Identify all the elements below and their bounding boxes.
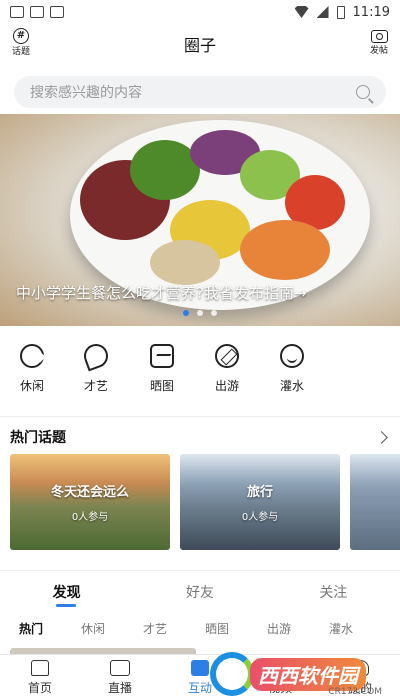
- subtab-chat[interactable]: 灌水: [310, 620, 372, 640]
- wifi-icon: [294, 6, 309, 18]
- carousel-dot[interactable]: [183, 310, 189, 316]
- subtab-leisure[interactable]: 休闲: [62, 620, 124, 640]
- banner-caption: 中小学学生餐怎么吃才营养?我省发布指南→: [16, 284, 307, 302]
- live-icon: [110, 660, 130, 676]
- category-leisure[interactable]: 休闲: [10, 344, 54, 394]
- subtab-photo[interactable]: 晒图: [186, 620, 248, 640]
- nav-mine[interactable]: 我的: [320, 655, 400, 700]
- notification-icons: [10, 6, 64, 18]
- topic-name: 旅行: [246, 485, 273, 500]
- mine-icon: [351, 660, 369, 676]
- subtab-hot[interactable]: 热门: [0, 620, 62, 640]
- tab-indicator: [56, 604, 76, 607]
- search-placeholder: 搜索感兴趣的内容: [30, 85, 142, 101]
- topic-count: 0人参与: [241, 512, 279, 523]
- search-icon[interactable]: [356, 85, 370, 99]
- camera-icon: [370, 30, 388, 43]
- travel-icon: [215, 344, 239, 368]
- status-time: 11:19: [352, 4, 390, 20]
- photo-icon: [150, 344, 174, 368]
- category-label: 休闲: [19, 379, 44, 393]
- title-bar: # 话题 圈子 发帖: [0, 24, 400, 64]
- topic-name: 冬天还会远么: [50, 485, 129, 500]
- category-label: 晒图: [149, 379, 174, 393]
- hot-topics-list: 冬天还会远么 0人参与 旅行 0人参与: [10, 454, 400, 550]
- notification-icon: [50, 6, 64, 18]
- sub-tabs: 热门 休闲 才艺 晒图 出游 灌水: [0, 620, 400, 640]
- video-icon: [271, 660, 289, 676]
- chat-icon: [280, 344, 304, 368]
- category-chat[interactable]: 灌水: [270, 344, 314, 394]
- topic-card[interactable]: [350, 454, 400, 550]
- chevron-right-icon[interactable]: [375, 430, 388, 444]
- banner-carousel[interactable]: 中小学学生餐怎么吃才营养?我省发布指南→: [0, 114, 400, 326]
- nav-video[interactable]: 视频: [240, 655, 320, 700]
- post-button-label: 发帖: [369, 46, 388, 56]
- carousel-dots: [0, 310, 400, 316]
- category-label: 出游: [214, 379, 239, 393]
- hot-topics-title: 热门话题: [10, 430, 66, 446]
- nav-live[interactable]: 直播: [80, 655, 160, 700]
- tab-following[interactable]: 关注: [267, 578, 400, 608]
- post-button[interactable]: 发帖: [362, 28, 396, 56]
- nav-label: 直播: [107, 681, 132, 695]
- divider: [0, 570, 400, 571]
- category-row: 休闲 才艺 晒图 出游 灌水: [0, 340, 400, 400]
- carousel-dot[interactable]: [211, 310, 217, 316]
- search-input[interactable]: 搜索感兴趣的内容: [14, 76, 386, 108]
- hot-topics-header: 热门话题: [10, 426, 390, 448]
- topic-count: 0人参与: [71, 512, 109, 523]
- category-label: 灌水: [279, 379, 304, 393]
- battery-icon: [336, 5, 345, 19]
- nav-home[interactable]: 首页: [0, 655, 80, 700]
- bottom-nav: 首页 直播 互动 视频 我的: [0, 654, 400, 700]
- divider: [0, 416, 400, 417]
- nav-interact[interactable]: 互动: [160, 655, 240, 700]
- subtab-travel[interactable]: 出游: [248, 620, 310, 640]
- talent-icon: [80, 340, 112, 372]
- nav-label: 我的: [347, 681, 372, 695]
- topic-card[interactable]: 冬天还会远么 0人参与: [10, 454, 170, 550]
- category-label: 才艺: [83, 379, 108, 393]
- tab-friends[interactable]: 好友: [133, 578, 266, 608]
- category-travel[interactable]: 出游: [205, 344, 249, 394]
- nav-label: 互动: [187, 681, 212, 695]
- subtab-talent[interactable]: 才艺: [124, 620, 186, 640]
- home-icon: [31, 660, 49, 676]
- interact-icon: [191, 660, 209, 676]
- category-talent[interactable]: 才艺: [74, 340, 118, 394]
- system-indicators: 11:19: [294, 4, 390, 20]
- topic-card[interactable]: 旅行 0人参与: [180, 454, 340, 550]
- category-photo[interactable]: 晒图: [140, 344, 184, 394]
- notification-icon: [30, 6, 44, 18]
- nav-label: 视频: [267, 681, 292, 695]
- page-title: 圈子: [183, 36, 216, 55]
- carousel-dot[interactable]: [197, 310, 203, 316]
- leisure-icon: [20, 344, 44, 368]
- signal-icon: [316, 6, 329, 18]
- status-bar: 11:19: [0, 0, 400, 24]
- nav-label: 首页: [27, 681, 52, 695]
- notification-icon: [10, 6, 24, 18]
